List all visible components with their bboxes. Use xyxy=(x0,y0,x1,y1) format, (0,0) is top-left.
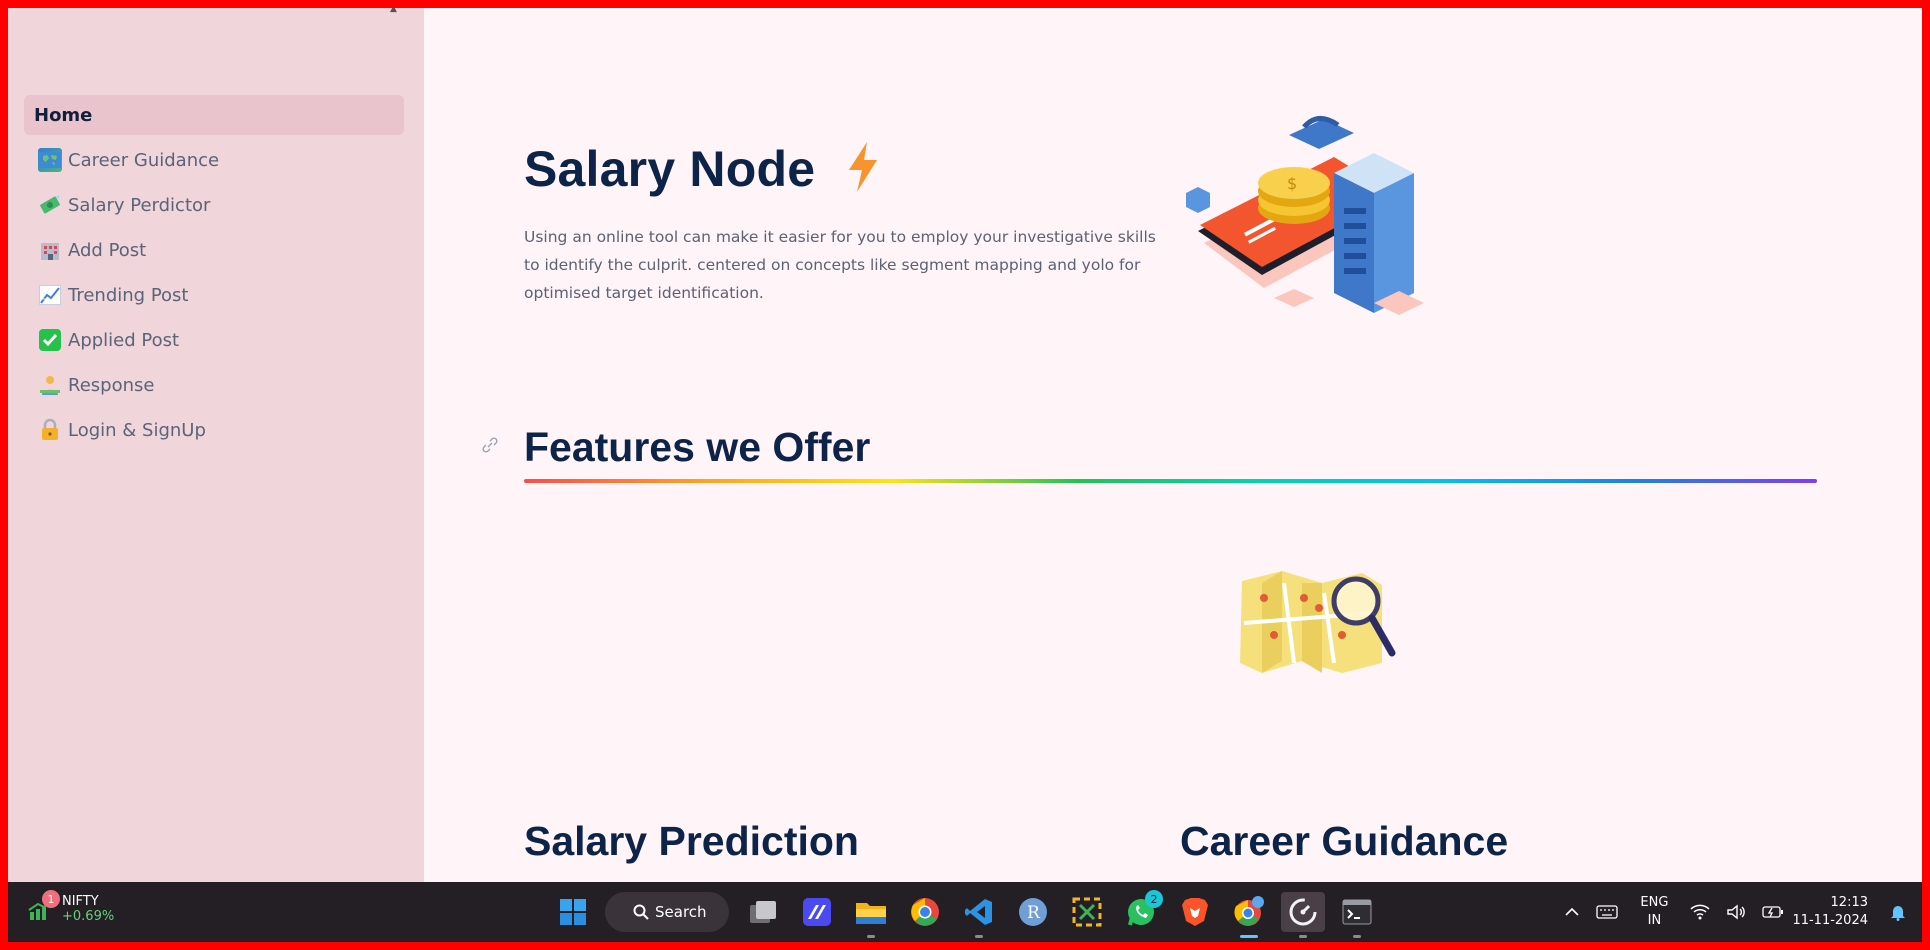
sidebar-item-label: Career Guidance xyxy=(68,149,220,171)
clock[interactable]: 12:13 11-11-2024 xyxy=(1792,894,1868,930)
taskbar-app-active[interactable] xyxy=(1281,892,1325,938)
chevron-up-icon[interactable] xyxy=(1564,906,1580,918)
salary-illustration: $ xyxy=(1184,113,1454,343)
sidebar-item-label: Response xyxy=(68,374,155,396)
windows-icon xyxy=(560,899,586,925)
chrome-icon xyxy=(911,898,939,926)
page-title: Salary Node xyxy=(524,141,816,197)
sidebar-item-label: Add Post xyxy=(68,239,147,261)
taskbar-app-vscode[interactable] xyxy=(957,892,1001,938)
task-view-button[interactable] xyxy=(741,892,785,932)
money-icon xyxy=(38,193,62,217)
intro-paragraph: Using an online tool can make it easier … xyxy=(524,228,1156,302)
sidebar-item-home[interactable]: Home xyxy=(24,95,404,135)
sidebar-item-label: Login & SignUp xyxy=(68,419,206,441)
taskbar-apps: Search R 2 xyxy=(551,890,1389,938)
stock-name: NIFTY xyxy=(62,894,99,909)
start-button[interactable] xyxy=(551,892,595,932)
lock-icon xyxy=(38,418,62,442)
hero-heading: Salary Node xyxy=(524,140,881,198)
sidebar-nav: Home Career Guidance Salary Perdictor Ad… xyxy=(24,95,404,455)
notification-badge: 1 xyxy=(42,890,60,908)
sidebar-item-label: Applied Post xyxy=(68,329,180,351)
app-window: ▲ Home Career Guidance Salary Perdictor xyxy=(8,8,1922,942)
taskbar-app-copilot[interactable] xyxy=(795,892,839,932)
world-map-icon xyxy=(38,148,62,172)
feature-title-salary-prediction: Salary Prediction xyxy=(524,818,859,864)
taskbar-app-whatsapp[interactable]: 2 xyxy=(1119,890,1163,932)
sidebar-item-add-post[interactable]: Add Post xyxy=(24,230,404,270)
language-indicator[interactable]: ENG IN xyxy=(1640,894,1668,930)
sidebar-collapse-icon[interactable]: ▲ xyxy=(390,8,402,14)
brave-icon xyxy=(1182,898,1208,926)
sidebar-item-label: Home xyxy=(34,104,93,126)
stock-change: +0.69% xyxy=(62,909,115,924)
folder-icon xyxy=(856,903,886,924)
app-icon xyxy=(803,898,831,926)
sidebar-item-label: Salary Perdictor xyxy=(68,194,211,216)
wifi-icon[interactable] xyxy=(1690,904,1710,920)
taskbar-app-terminal[interactable] xyxy=(1335,892,1379,938)
date: 11-11-2024 xyxy=(1792,913,1868,928)
volume-icon[interactable] xyxy=(1726,904,1746,920)
sidebar-item-login-signup[interactable]: Login & SignUp xyxy=(24,410,404,450)
taskbar-app-brave[interactable] xyxy=(1173,892,1217,932)
battery-icon[interactable] xyxy=(1762,905,1784,919)
taskbar: 1 NIFTY +0.69% Search R 2 ENG IN 12:13 1… xyxy=(8,882,1922,942)
notification-badge: 2 xyxy=(1145,890,1163,908)
keyboard-icon[interactable] xyxy=(1596,905,1619,919)
taskbar-app-file-explorer[interactable] xyxy=(849,892,893,938)
feature-title-career-guidance: Career Guidance xyxy=(1180,818,1509,864)
hotel-icon xyxy=(38,238,62,262)
terminal-icon xyxy=(1342,899,1372,925)
main-content: Salary Node Using an online tool can mak… xyxy=(424,8,1922,882)
taskbar-search[interactable]: Search xyxy=(605,892,729,932)
stock-chart-icon: 1 xyxy=(28,890,60,920)
gauge-icon xyxy=(1289,898,1317,926)
search-label: Search xyxy=(655,903,707,921)
person-icon xyxy=(38,373,62,397)
features-heading: Features we Offer xyxy=(524,424,871,470)
system-tray: ENG IN 12:13 11-11-2024 xyxy=(1556,882,1922,942)
taskbar-app-chrome-profile[interactable] xyxy=(1227,892,1271,938)
taskbar-app-chrome[interactable] xyxy=(903,892,947,932)
search-icon xyxy=(633,904,649,920)
taskbar-app-snipping[interactable] xyxy=(1065,892,1109,932)
vscode-icon xyxy=(965,899,992,925)
chart-increasing-icon xyxy=(38,283,62,307)
sidebar-item-salary-predictor[interactable]: Salary Perdictor xyxy=(24,185,404,225)
sidebar: ▲ Home Career Guidance Salary Perdictor xyxy=(8,8,424,882)
sidebar-item-label: Trending Post xyxy=(68,284,189,306)
stock-widget[interactable]: 1 NIFTY +0.69% xyxy=(28,890,115,924)
svg-text:$: $ xyxy=(1287,174,1297,193)
check-mark-icon xyxy=(38,328,62,352)
sidebar-item-career-guidance[interactable]: Career Guidance xyxy=(24,140,404,180)
lightning-bolt-icon xyxy=(845,140,881,198)
r-icon: R xyxy=(1019,898,1047,926)
notification-bell-icon[interactable] xyxy=(1890,903,1906,921)
sidebar-item-applied-post[interactable]: Applied Post xyxy=(24,320,404,360)
map-search-illustration xyxy=(1224,563,1414,683)
task-view-icon xyxy=(750,901,776,923)
taskbar-app-r[interactable]: R xyxy=(1011,892,1055,932)
svg-text:R: R xyxy=(1027,903,1041,923)
time: 12:13 xyxy=(1830,895,1868,910)
chrome-icon xyxy=(1234,896,1264,926)
sidebar-item-response[interactable]: Response xyxy=(24,365,404,405)
sidebar-item-trending-post[interactable]: Trending Post xyxy=(24,275,404,315)
rainbow-divider xyxy=(524,479,1817,483)
link-icon[interactable] xyxy=(481,436,499,454)
snip-icon xyxy=(1072,897,1102,927)
